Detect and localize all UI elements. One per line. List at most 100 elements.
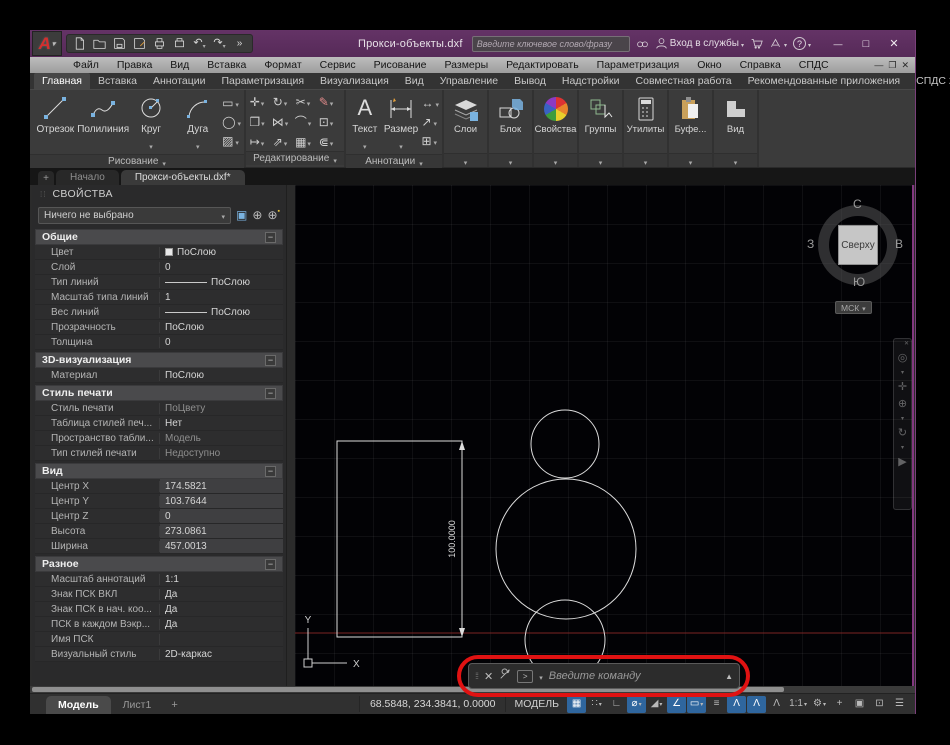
rectangle-icon[interactable]: ▭	[222, 94, 241, 111]
trim-icon[interactable]: ✂	[292, 92, 314, 111]
menu-item[interactable]: Справка	[731, 59, 790, 71]
lineweight-icon[interactable]: ≡▾	[707, 696, 726, 713]
layers-panel-footer[interactable]	[444, 153, 487, 167]
move-icon[interactable]: ✛	[246, 92, 268, 111]
collapse-icon[interactable]	[265, 232, 276, 243]
help-search-input[interactable]: Введите ключевое слово/фразу	[472, 36, 630, 52]
ribbon-tab[interactable]: Визуализация	[312, 73, 397, 89]
orbit-icon[interactable]: ↻	[898, 428, 907, 439]
plot-button[interactable]	[151, 36, 168, 52]
menu-item[interactable]: Вид	[161, 59, 198, 71]
dimension-style-icon[interactable]: ↔	[421, 94, 439, 111]
property-row[interactable]: Центр X 174.5821	[35, 479, 283, 494]
mdi-restore-button[interactable]	[888, 60, 896, 71]
property-row[interactable]: Цвет ПоСлою	[35, 245, 283, 260]
wcs-dropdown[interactable]: МСК	[835, 301, 872, 314]
section-header[interactable]: Разное	[35, 556, 283, 572]
stretch-icon[interactable]: ↦	[246, 132, 268, 151]
object-snap-tracking-icon[interactable]: ▭▾	[687, 696, 706, 713]
navbar-close-icon[interactable]: ✕	[904, 341, 909, 347]
property-row[interactable]: Масштаб аннотаций 1:1	[35, 572, 283, 587]
viewcube-north[interactable]: С	[853, 197, 862, 211]
ribbon-tab[interactable]: СПДС 2019	[908, 73, 950, 89]
section-header[interactable]: 3D-визуализация	[35, 352, 283, 368]
pan-icon[interactable]: ✛	[898, 382, 907, 393]
a360-button[interactable]	[769, 37, 787, 50]
property-row[interactable]: Имя ПСК	[35, 632, 283, 647]
groups-panel-footer[interactable]	[579, 153, 622, 167]
line-button[interactable]: Отрезок	[33, 93, 78, 135]
viewcube-west[interactable]: З	[807, 237, 814, 251]
ribbon-tab[interactable]: Совместная работа	[628, 73, 740, 89]
circle-button[interactable]: Круг	[129, 93, 174, 154]
quick-select-button[interactable]: ⊕▪	[267, 208, 280, 222]
ribbon-tab[interactable]: Рекомендованные приложения	[740, 73, 909, 89]
property-row[interactable]: Знак ПСК в нач. коо... Да	[35, 602, 283, 617]
rectangle-entity[interactable]	[337, 441, 462, 637]
clipboard-panel-footer[interactable]	[669, 153, 712, 167]
search-button[interactable]	[636, 37, 649, 50]
property-row[interactable]: Толщина 0	[35, 335, 283, 350]
viewcube-face[interactable]: Сверху	[838, 225, 878, 265]
property-row[interactable]: Стиль печати ПоЦвету	[35, 401, 283, 416]
clipboard-panel[interactable]: Буфе...	[669, 90, 714, 167]
view-panel[interactable]: Вид	[714, 90, 759, 167]
utilities-panel[interactable]: Утилиты	[624, 90, 669, 167]
ribbon-tab[interactable]: Управление	[432, 73, 506, 89]
navigation-bar[interactable]: ✕ ◎ ▾ ✛ ⊕ ▾ ↻ ▾ ▶	[893, 338, 912, 510]
collapse-icon[interactable]	[265, 388, 276, 399]
new-tab-button[interactable]	[38, 171, 54, 185]
new-file-button[interactable]	[71, 36, 88, 52]
property-row[interactable]: Материал ПоСлою	[35, 368, 283, 383]
small-circle-entity[interactable]	[531, 410, 599, 478]
snap-icon[interactable]: ∷▾	[587, 696, 606, 713]
history-expand-icon[interactable]	[725, 672, 733, 681]
collapse-icon[interactable]	[265, 559, 276, 570]
menu-item[interactable]: Окно	[688, 59, 730, 71]
clean-screen-icon[interactable]: ⊡▾	[870, 696, 889, 713]
viewcube-south[interactable]: Ю	[853, 275, 865, 289]
ortho-icon[interactable]: ∟▾	[607, 696, 626, 713]
command-close-icon[interactable]	[484, 670, 493, 683]
section-header[interactable]: Общие	[35, 229, 283, 245]
annotation-scale-value[interactable]: 1:1▾	[787, 696, 809, 713]
utilities-panel-footer[interactable]	[624, 153, 667, 167]
fillet-icon[interactable]: ⌒	[292, 112, 314, 131]
steering-wheel-icon[interactable]: ◎	[898, 353, 908, 364]
property-row[interactable]: ПСК в каждом Вэкр... Да	[35, 617, 283, 632]
print-button[interactable]	[171, 36, 188, 52]
block-panel[interactable]: Блок	[489, 90, 534, 167]
menu-item[interactable]: Вставка	[198, 59, 255, 71]
menu-item[interactable]: Рисование	[365, 59, 436, 71]
modify-panel-footer[interactable]: Редактирование	[246, 151, 344, 165]
property-row[interactable]: Таблица стилей печ... Нет	[35, 416, 283, 431]
drawing-canvas[interactable]: 100.0000 Y X Сверху С Ю З В МСК ✕ ◎ ▾	[295, 185, 914, 686]
property-row[interactable]: Знак ПСК ВКЛ Да	[35, 587, 283, 602]
crosshair-icon[interactable]: +▾	[830, 696, 849, 713]
annotation-visibility-icon[interactable]: Λ▾	[727, 696, 746, 713]
grid-icon[interactable]: ▦▾	[567, 696, 586, 713]
property-row[interactable]: Ширина 457.0013	[35, 539, 283, 554]
recent-commands-icon[interactable]	[517, 670, 533, 683]
save-as-button[interactable]	[131, 36, 148, 52]
menu-item[interactable]: Сервис	[311, 59, 365, 71]
property-row[interactable]: Слой 0	[35, 260, 283, 275]
redo-button[interactable]: ↷	[211, 36, 228, 52]
palette-grip[interactable]	[40, 190, 46, 199]
drag-grip-icon[interactable]	[475, 671, 478, 681]
annotation-panel-footer[interactable]: Аннотации	[346, 154, 442, 168]
property-row[interactable]: Масштаб типа линий 1	[35, 290, 283, 305]
showmotion-icon[interactable]: ▶	[898, 457, 906, 468]
property-row[interactable]: Вес линий ПоСлою	[35, 305, 283, 320]
block-panel-footer[interactable]	[489, 153, 532, 167]
new-layout-button[interactable]	[163, 696, 185, 714]
app-store-button[interactable]	[750, 37, 763, 50]
layout-tab[interactable]: Модель	[46, 696, 111, 714]
help-button[interactable]: ?	[793, 37, 811, 50]
annotation-autoscale-icon[interactable]: Λ▾	[747, 696, 766, 713]
select-objects-button[interactable]: ⊕	[252, 208, 262, 222]
offset-icon[interactable]: ⋐	[315, 132, 337, 151]
ribbon-tab[interactable]: Надстройки	[554, 73, 628, 89]
property-row[interactable]: Центр Y 103.7644	[35, 494, 283, 509]
viewcube-east[interactable]: В	[895, 237, 903, 251]
